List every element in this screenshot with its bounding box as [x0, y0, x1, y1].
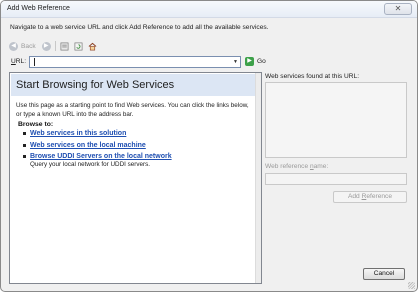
url-text-caret: [34, 58, 35, 66]
add-web-reference-dialog: Add Web Reference ✕ Navigate to a web se…: [0, 0, 418, 292]
list-item: Browse UDDI Servers on the local network: [23, 153, 172, 160]
uddi-description: Query your local network for UDDI server…: [30, 161, 151, 168]
title-bar: Add Web Reference ✕: [1, 1, 417, 18]
window-title: Add Web Reference: [7, 5, 70, 12]
instruction-text: Navigate to a web service URL and click …: [10, 24, 269, 31]
link-solution-services[interactable]: Web services in this solution: [30, 130, 126, 137]
go-arrow-icon: ▶: [245, 57, 254, 66]
home-icon[interactable]: [88, 42, 97, 51]
resize-grip[interactable]: [408, 282, 415, 289]
bullet-icon: [23, 131, 26, 135]
navigation-toolbar: ◀ Back ▶: [9, 40, 102, 52]
close-icon: ✕: [394, 4, 402, 13]
cancel-button[interactable]: Cancel: [363, 268, 405, 280]
refresh-page-icon[interactable]: [74, 42, 83, 51]
back-arrow-icon[interactable]: ◀: [9, 41, 18, 51]
url-input[interactable]: [29, 56, 241, 68]
back-button-label[interactable]: Back: [21, 43, 36, 50]
services-found-label: Web services found at this URL:: [265, 73, 360, 80]
browser-header: Start Browsing for Web Services: [11, 74, 256, 96]
url-row: URL: ▼ ▶ Go: [9, 56, 266, 68]
bullet-icon: [23, 154, 26, 158]
close-button[interactable]: ✕: [384, 3, 412, 15]
link-browse-uddi[interactable]: Browse UDDI Servers on the local network: [30, 153, 172, 160]
chevron-down-icon[interactable]: ▼: [231, 57, 240, 67]
web-reference-name-label: Web reference name:: [265, 163, 329, 170]
list-item: Web services on the local machine: [23, 142, 146, 149]
toolbar-separator: [54, 41, 56, 51]
list-item: Web services in this solution: [23, 130, 126, 137]
go-button[interactable]: ▶ Go: [245, 57, 266, 66]
add-reference-button[interactable]: Add Reference: [333, 191, 407, 203]
stop-page-icon[interactable]: [60, 42, 69, 51]
services-found-panel: [265, 82, 407, 158]
url-label: URL:: [11, 58, 27, 65]
browser-scrollbar[interactable]: [255, 73, 261, 283]
forward-arrow-icon[interactable]: ▶: [41, 41, 51, 51]
browse-to-heading: Browse to:: [18, 121, 54, 128]
link-local-machine-services[interactable]: Web services on the local machine: [30, 142, 146, 149]
bullet-icon: [23, 143, 26, 147]
browser-intro: Use this page as a starting point to fin…: [16, 102, 249, 118]
browser-heading: Start Browsing for Web Services: [16, 79, 175, 91]
web-reference-name-input[interactable]: [265, 173, 407, 185]
go-label: Go: [257, 58, 266, 65]
browser-pane: Start Browsing for Web Services Use this…: [9, 72, 262, 284]
